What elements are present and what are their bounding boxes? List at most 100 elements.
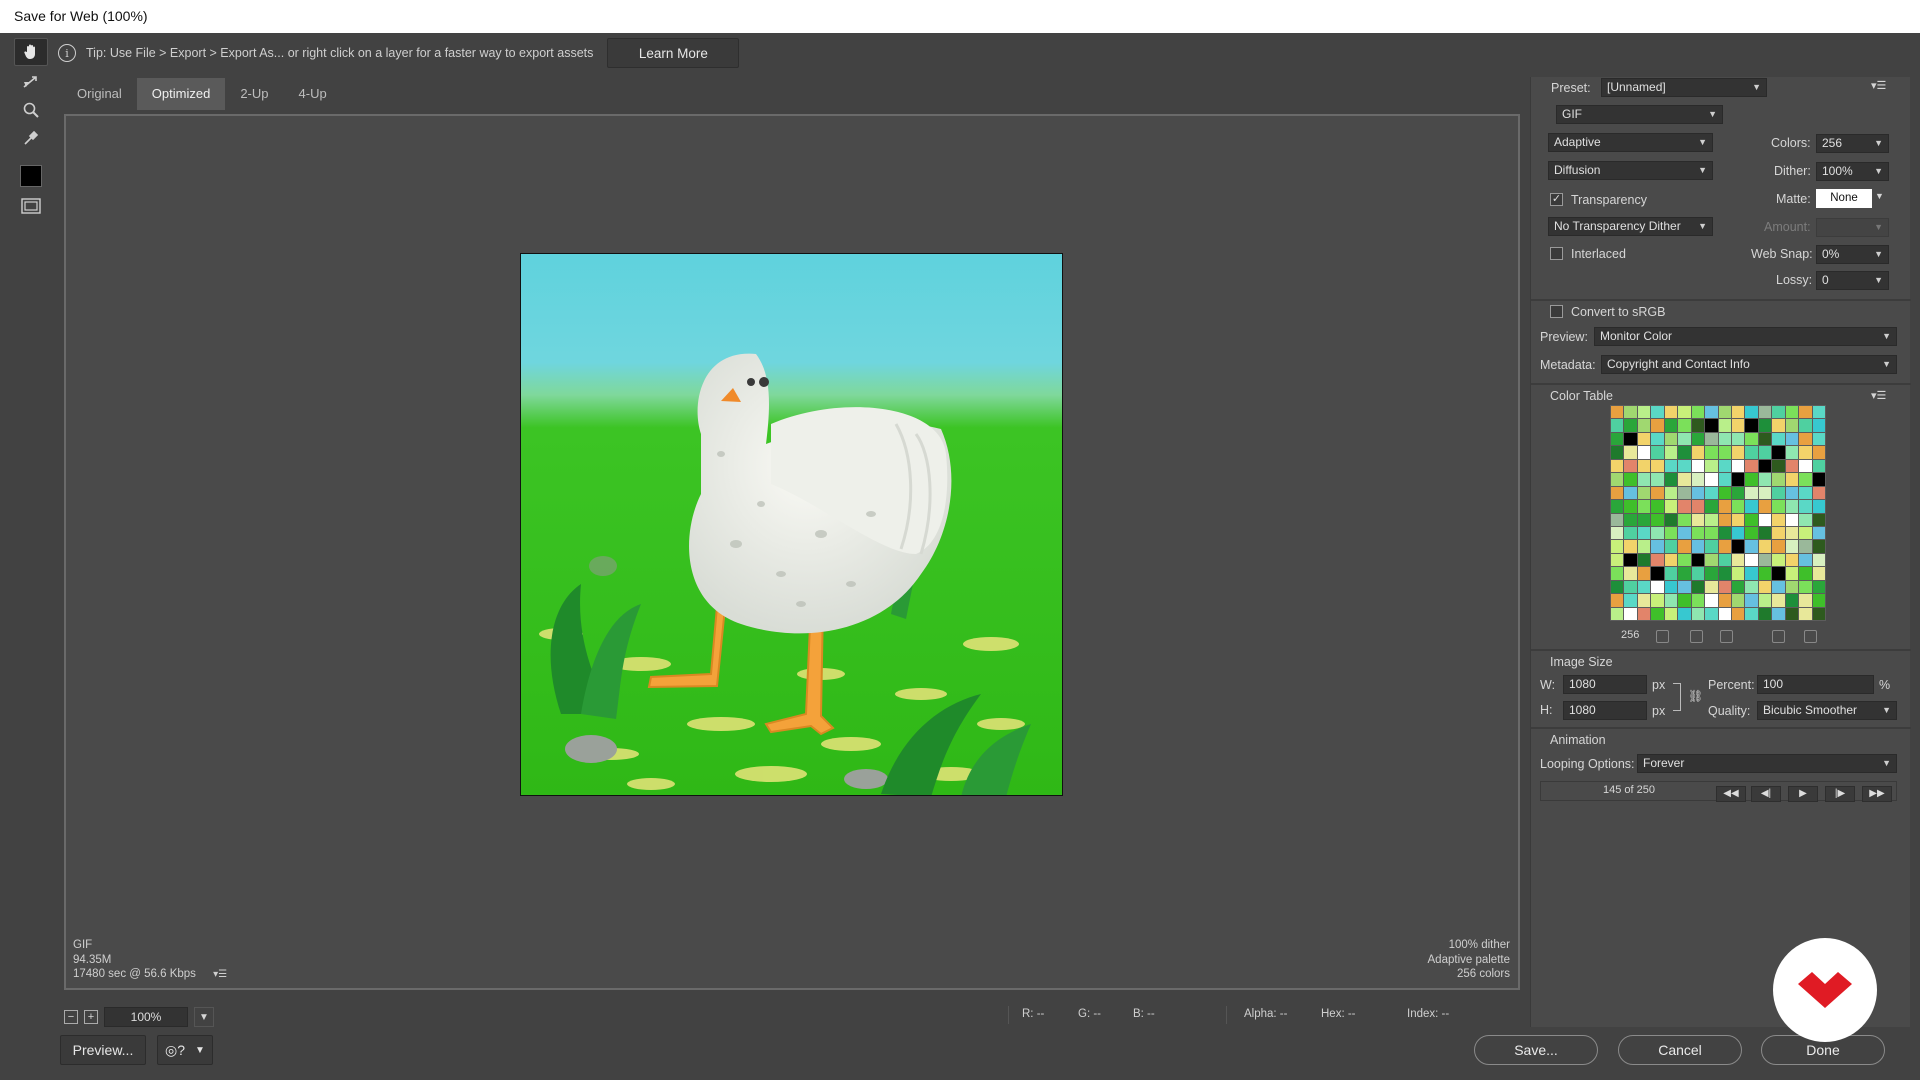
color-swatch[interactable] xyxy=(1624,406,1637,419)
color-swatch[interactable] xyxy=(1651,500,1664,513)
preview-color-dropdown[interactable]: Monitor Color ▼ xyxy=(1594,327,1897,346)
lock-color-icon[interactable] xyxy=(1720,630,1733,643)
color-swatch[interactable] xyxy=(1691,540,1705,553)
color-swatch[interactable] xyxy=(1718,500,1731,513)
color-swatch[interactable] xyxy=(1624,580,1637,594)
color-swatch[interactable] xyxy=(1718,594,1731,607)
color-swatch[interactable] xyxy=(1705,513,1718,526)
color-swatch[interactable] xyxy=(1691,406,1705,419)
color-swatch[interactable] xyxy=(1611,419,1624,432)
color-swatch[interactable] xyxy=(1624,419,1637,432)
color-swatch[interactable] xyxy=(1799,446,1812,459)
color-swatch[interactable] xyxy=(1799,406,1812,419)
color-swatch[interactable] xyxy=(1611,432,1624,446)
color-swatch[interactable] xyxy=(1745,594,1758,607)
eyedropper-color-swatch[interactable] xyxy=(14,162,48,190)
preview-image[interactable] xyxy=(520,253,1063,796)
color-swatch[interactable] xyxy=(1651,567,1664,580)
color-swatch[interactable] xyxy=(1624,513,1637,526)
color-swatch[interactable] xyxy=(1651,446,1664,459)
color-swatch[interactable] xyxy=(1731,486,1745,500)
interlaced-checkbox[interactable] xyxy=(1550,247,1563,260)
color-swatch[interactable] xyxy=(1812,513,1825,526)
color-swatch[interactable] xyxy=(1664,459,1678,473)
color-swatch[interactable] xyxy=(1637,406,1651,419)
color-swatch[interactable] xyxy=(1651,513,1664,526)
color-swatch[interactable] xyxy=(1812,473,1825,486)
color-swatch[interactable] xyxy=(1678,607,1691,620)
color-swatch[interactable] xyxy=(1691,526,1705,540)
color-swatch[interactable] xyxy=(1637,607,1651,620)
color-swatch[interactable] xyxy=(1731,526,1745,540)
color-swatch[interactable] xyxy=(1812,432,1825,446)
color-swatch[interactable] xyxy=(1812,594,1825,607)
color-swatch[interactable] xyxy=(1799,540,1812,553)
color-swatch[interactable] xyxy=(1637,446,1651,459)
color-swatch[interactable] xyxy=(1664,513,1678,526)
color-swatch[interactable] xyxy=(1718,473,1731,486)
looping-dropdown[interactable]: Forever ▼ xyxy=(1637,754,1897,773)
color-swatch[interactable] xyxy=(1772,432,1785,446)
color-swatch[interactable] xyxy=(1785,473,1799,486)
color-swatch[interactable] xyxy=(1624,553,1637,567)
color-swatch[interactable] xyxy=(1624,500,1637,513)
color-swatch[interactable] xyxy=(1611,580,1624,594)
color-swatch[interactable] xyxy=(1745,500,1758,513)
color-swatch[interactable] xyxy=(1731,567,1745,580)
color-swatch[interactable] xyxy=(1772,540,1785,553)
convert-srgb-checkbox[interactable] xyxy=(1550,305,1563,318)
color-swatch[interactable] xyxy=(1705,526,1718,540)
color-reduction-dropdown[interactable]: Adaptive ▼ xyxy=(1548,133,1713,152)
color-swatch[interactable] xyxy=(1651,594,1664,607)
color-swatch[interactable] xyxy=(1758,500,1772,513)
color-swatch[interactable] xyxy=(1745,526,1758,540)
color-swatch[interactable] xyxy=(1758,526,1772,540)
color-swatch[interactable] xyxy=(1611,486,1624,500)
color-swatch[interactable] xyxy=(1624,607,1637,620)
color-swatch[interactable] xyxy=(1637,459,1651,473)
lossy-field[interactable]: 0 ▼ xyxy=(1816,271,1889,290)
zoom-tool-button[interactable] xyxy=(14,96,48,124)
color-swatch[interactable] xyxy=(1799,500,1812,513)
color-swatch[interactable] xyxy=(1664,607,1678,620)
preview-in-browser-button[interactable]: Preview... xyxy=(60,1035,146,1065)
link-icon[interactable]: ⛓ xyxy=(1688,689,1703,703)
color-swatch[interactable] xyxy=(1705,459,1718,473)
color-swatch[interactable] xyxy=(1678,540,1691,553)
color-swatch[interactable] xyxy=(1731,580,1745,594)
color-swatch[interactable] xyxy=(1731,406,1745,419)
color-swatch[interactable] xyxy=(1705,540,1718,553)
color-swatch[interactable] xyxy=(1705,500,1718,513)
browser-select-button[interactable]: ◎? ▼ xyxy=(157,1035,213,1065)
color-swatch[interactable] xyxy=(1611,406,1624,419)
color-swatch[interactable] xyxy=(1664,446,1678,459)
color-swatch[interactable] xyxy=(1691,473,1705,486)
color-swatch[interactable] xyxy=(1758,446,1772,459)
color-swatch[interactable] xyxy=(1651,486,1664,500)
play-button[interactable]: ▶ xyxy=(1788,786,1818,802)
color-swatch[interactable] xyxy=(1812,567,1825,580)
color-swatch[interactable] xyxy=(1799,607,1812,620)
last-frame-button[interactable]: ▶▶ xyxy=(1862,786,1892,802)
color-swatch[interactable] xyxy=(1705,432,1718,446)
color-swatch[interactable] xyxy=(1691,607,1705,620)
tab-optimized[interactable]: Optimized xyxy=(136,78,226,110)
color-swatch[interactable] xyxy=(1772,567,1785,580)
color-swatch[interactable] xyxy=(1678,432,1691,446)
color-swatch[interactable] xyxy=(1758,567,1772,580)
color-swatch[interactable] xyxy=(1691,419,1705,432)
web-shift-icon[interactable] xyxy=(1656,630,1669,643)
color-swatch[interactable] xyxy=(1718,607,1731,620)
color-swatch[interactable] xyxy=(1705,473,1718,486)
tab-4-up[interactable]: 4-Up xyxy=(284,78,342,110)
color-swatch[interactable] xyxy=(1651,419,1664,432)
color-swatch[interactable] xyxy=(1637,513,1651,526)
color-swatch[interactable] xyxy=(1664,594,1678,607)
color-swatch[interactable] xyxy=(1664,486,1678,500)
color-swatch[interactable] xyxy=(1785,446,1799,459)
color-swatch[interactable] xyxy=(1772,419,1785,432)
tab-2-up[interactable]: 2-Up xyxy=(225,78,283,110)
color-swatch[interactable] xyxy=(1731,419,1745,432)
color-swatch[interactable] xyxy=(1758,459,1772,473)
color-swatch[interactable] xyxy=(1651,526,1664,540)
